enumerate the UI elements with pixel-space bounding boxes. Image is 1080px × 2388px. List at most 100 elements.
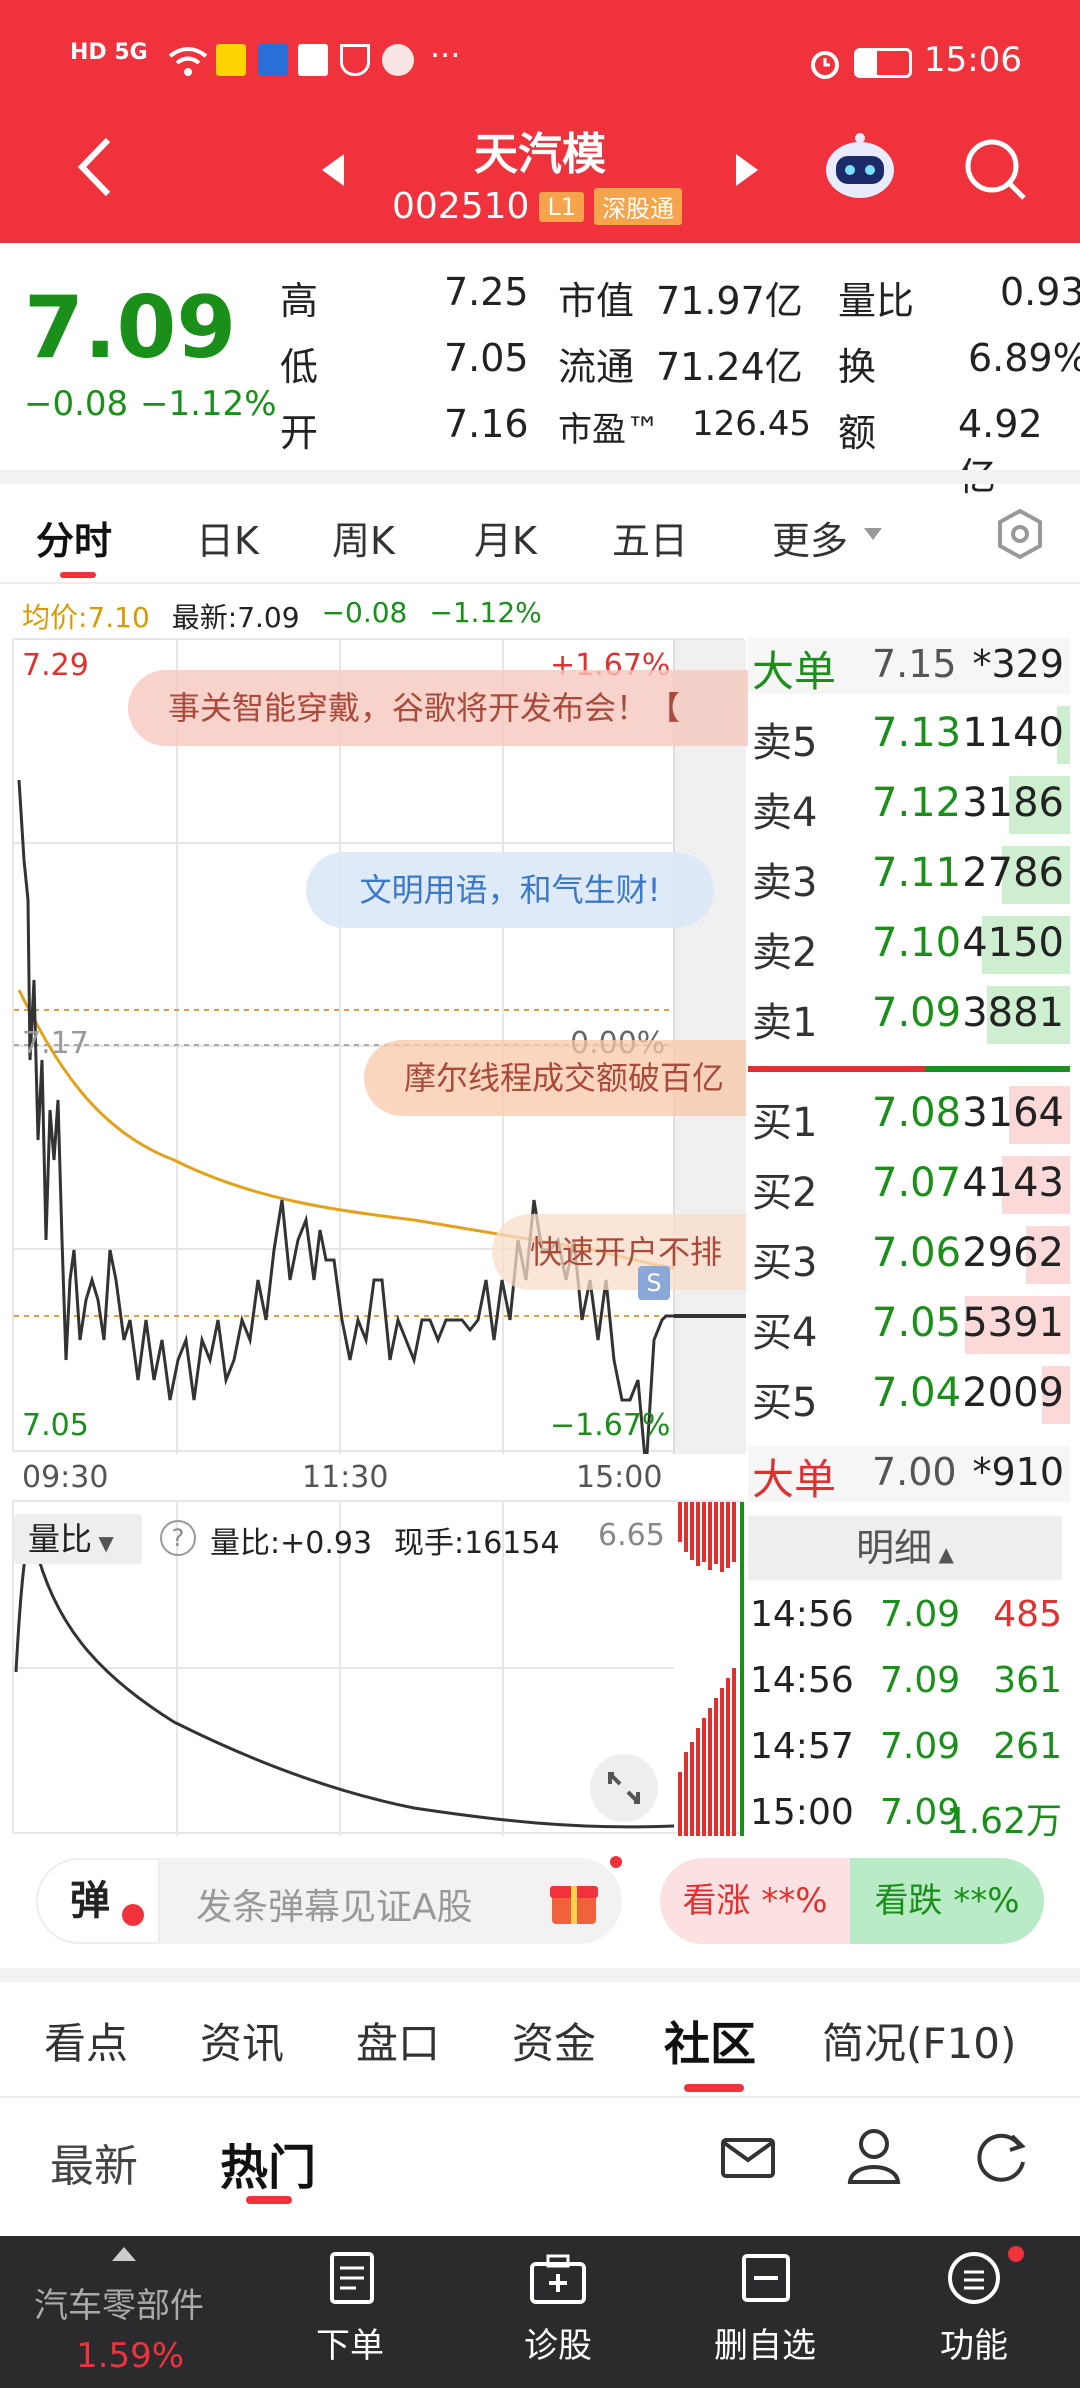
trade-volume: 1.62万 (945, 1801, 1062, 1842)
trade-price: 7.09 (880, 1726, 961, 1767)
ask-volume: 1140 (962, 710, 1064, 756)
bid-label: 买5 (752, 1380, 818, 1426)
big-sell-row: 大单 7.15 *329 (748, 638, 1070, 696)
tab-orderbook[interactable]: 盘口 (356, 2010, 440, 2071)
danmu-bubble: 快速开户不排 (492, 1214, 746, 1290)
message-icon[interactable] (720, 2132, 776, 2184)
tab-daily-k[interactable]: 日K (196, 510, 259, 565)
ask-row: 卖4 7.12 3186 (748, 774, 1070, 836)
tab-news[interactable]: 资讯 (200, 2010, 284, 2071)
stock-code-row: 002510 L1 深股通 (392, 186, 683, 227)
tab-profile[interactable]: 简况(F10) (822, 2010, 1016, 2071)
danmu-toggle-label: 弹 (70, 1878, 110, 1924)
indicator-label: 量比 (28, 1520, 93, 1558)
detail-toggle[interactable]: 明细 ▲ (748, 1516, 1062, 1580)
robot-icon[interactable] (822, 130, 898, 202)
stock-code: 002510 (392, 186, 530, 227)
latest-change: −0.08 (321, 596, 408, 629)
refresh-icon[interactable] (972, 2128, 1030, 2186)
hand-text: 现手:16154 (394, 1526, 560, 1561)
detail-label: 明细 (856, 1526, 933, 1570)
tab-intraday[interactable]: 分时 (36, 510, 112, 565)
battery-icon (854, 48, 912, 78)
tab-highlights[interactable]: 看点 (44, 2010, 128, 2071)
danmu-bubble: 事关智能穿戴，谷歌将开发布会！【 (128, 670, 748, 746)
danmu-bubble: 文明用语，和气生财! (306, 852, 714, 928)
bid-row: 买3 7.06 2962 (748, 1224, 1070, 1286)
search-icon[interactable] (962, 136, 1028, 202)
diagnose-icon (528, 2254, 588, 2306)
time-label-mid: 11:30 (302, 1460, 389, 1495)
nav-diagnose[interactable]: 诊股 (524, 2318, 592, 2367)
ask-price: 7.12 (872, 780, 962, 826)
tab-weekly-k[interactable]: 周K (332, 510, 395, 565)
sector-widget[interactable]: 汽车零部件 1.59% (0, 2236, 250, 2388)
danmu-toggle-button[interactable]: 弹 (36, 1858, 160, 1944)
trade-price: 7.09 (880, 1660, 961, 1701)
tab-indicator (60, 572, 96, 578)
subtab-latest[interactable]: 最新 (50, 2130, 138, 2194)
settings-icon[interactable] (994, 508, 1046, 560)
tab-monthly-k[interactable]: 月K (474, 510, 537, 565)
tab-five-day[interactable]: 五日 (612, 510, 688, 565)
check-badge-icon (122, 1904, 144, 1926)
price-change: −0.08 (24, 384, 129, 424)
market-badge: 深股通 (594, 188, 683, 225)
app-icon (382, 44, 414, 76)
divider (0, 2096, 1080, 2098)
ask-volume: 3881 (962, 990, 1064, 1036)
big-buy-price: 7.00 (872, 1450, 957, 1494)
ask-label: 卖3 (752, 860, 818, 906)
expand-icon[interactable] (590, 1754, 658, 1822)
next-stock-icon[interactable] (732, 150, 762, 190)
bid-volume: 5391 (962, 1300, 1064, 1346)
bid-volume: 4143 (962, 1160, 1064, 1206)
trade-time: 14:56 (750, 1660, 854, 1701)
low-label: 低 (280, 345, 319, 389)
bid-label: 买4 (752, 1310, 818, 1356)
vr-value: 0.93 (1000, 270, 1080, 314)
nav-order[interactable]: 下单 (316, 2318, 384, 2367)
subtab-hot[interactable]: 热门 (220, 2128, 316, 2198)
bid-row: 买4 7.05 5391 (748, 1294, 1070, 1356)
danmu-input-bar[interactable]: 弹 发条弹幕见证A股 (36, 1856, 622, 1944)
float-value: 71.24亿 (656, 345, 803, 389)
danmu-input[interactable]: 发条弹幕见证A股 (196, 1878, 473, 1930)
nav-functions[interactable]: 功能 (940, 2318, 1008, 2367)
latest-price: 最新:7.09 (171, 601, 300, 634)
bear-button[interactable]: 看跌 **% (850, 1858, 1044, 1944)
price-change-pct: −1.12% (140, 384, 277, 424)
app-icon (340, 44, 370, 76)
indicator-selector[interactable]: 量比 ▼ (14, 1514, 142, 1564)
divider (0, 1968, 1080, 1982)
notification-dot (1008, 2246, 1024, 2262)
level-badge: L1 (539, 191, 585, 222)
bid-price: 7.06 (872, 1230, 962, 1276)
bull-button[interactable]: 看涨 **% (660, 1858, 850, 1944)
user-icon[interactable] (846, 2126, 902, 2186)
bid-row: 买5 7.04 2009 (748, 1364, 1070, 1426)
big-sell-vol: *329 (972, 642, 1064, 686)
big-sell-label: 大单 (752, 647, 837, 696)
chart-top-price: 7.29 (22, 648, 89, 683)
low-value: 7.05 (444, 336, 529, 380)
gift-icon[interactable] (546, 1872, 602, 1928)
open-label: 开 (280, 411, 319, 455)
tab-community[interactable]: 社区 (664, 2008, 756, 2074)
tab-funds[interactable]: 资金 (512, 2010, 596, 2071)
intraday-chart[interactable]: 7.29 +1.67% 7.17 0.00% 7.05 −1.67% 事关智能穿… (12, 638, 748, 1454)
ask-label: 卖2 (752, 930, 818, 976)
help-icon[interactable]: ? (160, 1520, 196, 1556)
ask-price: 7.09 (872, 990, 962, 1036)
subtab-indicator (246, 2196, 292, 2204)
big-sell-price: 7.15 (872, 642, 957, 686)
mcap-value: 71.97亿 (656, 279, 803, 323)
tab-more[interactable]: 更多 (772, 510, 848, 565)
menu-icon (946, 2250, 1002, 2306)
nav-remove-watchlist[interactable]: 删自选 (714, 2318, 816, 2367)
sell-marker[interactable]: S (638, 1266, 670, 1300)
divider (0, 470, 1080, 484)
latest-change-pct: −1.12% (429, 596, 542, 629)
order-book: 大单 7.15 *329 卖5 7.13 1140 卖4 7.12 3186 卖3 7.11 2… (748, 638, 1070, 1842)
bid-label: 买2 (752, 1170, 818, 1216)
